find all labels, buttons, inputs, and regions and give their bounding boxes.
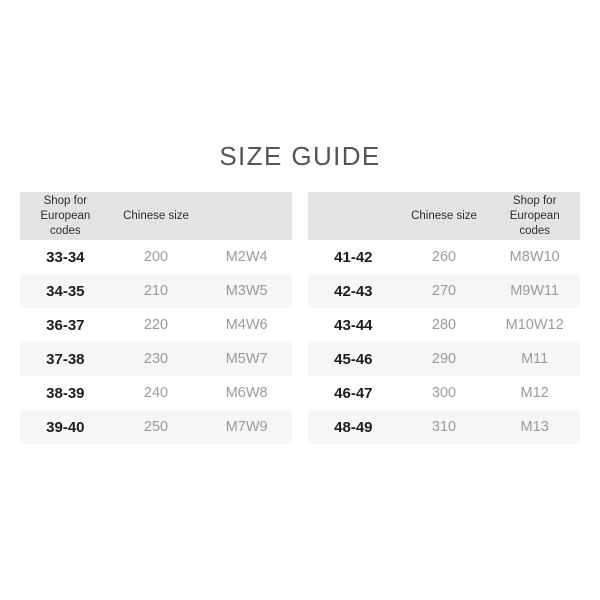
cell-mw: M9W11 <box>510 283 560 299</box>
left-table-header: Shop for European codes Chinese size <box>20 192 292 240</box>
cell-european: 39-40 <box>46 418 85 436</box>
header-line-1: Chinese size <box>411 209 477 222</box>
header-line-1: Chinese size <box>123 209 189 222</box>
cell-chinese: 300 <box>431 385 457 401</box>
cell-chinese: 210 <box>143 283 169 299</box>
cell-chinese: 200 <box>143 249 169 265</box>
table-row: 43-44 280 M10W12 <box>308 308 580 342</box>
table-row: 42-43 270 M9W11 <box>308 274 580 308</box>
table-header-row: Chinese size Shop for European codes <box>308 192 580 240</box>
cell-mw: M5W7 <box>225 351 268 367</box>
cell-chinese: 280 <box>431 317 457 333</box>
size-guide-page: SIZE GUIDE Shop for European codes Chine… <box>0 0 600 600</box>
right-table-header: Chinese size Shop for European codes <box>308 192 580 240</box>
cell-european: 41-42 <box>334 248 373 266</box>
cell-european: 46-47 <box>334 384 373 402</box>
cell-chinese: 270 <box>431 283 457 299</box>
left-table-body: 33-34 200 M2W4 34-35 210 M3W5 36-37 220 … <box>20 240 292 444</box>
cell-mw: M13 <box>520 419 549 435</box>
header-line-1: Shop for <box>43 194 88 207</box>
cell-chinese: 230 <box>143 351 169 367</box>
header-cell-european: Shop for European codes <box>20 192 111 240</box>
cell-european: 37-38 <box>46 350 85 368</box>
table-row: 37-38 230 M5W7 <box>20 342 292 376</box>
header-cell-chinese: Chinese size <box>111 192 202 240</box>
table-row: 48-49 310 M13 <box>308 410 580 444</box>
cell-mw: M12 <box>520 385 549 401</box>
cell-european: 36-37 <box>46 316 85 334</box>
table-header-row: Shop for European codes Chinese size <box>20 192 292 240</box>
table-row: 33-34 200 M2W4 <box>20 240 292 274</box>
cell-mw: M6W8 <box>225 385 268 401</box>
header-cell-mw <box>201 192 292 240</box>
table-row: 46-47 300 M12 <box>308 376 580 410</box>
cell-chinese: 220 <box>143 317 169 333</box>
cell-mw: M11 <box>521 351 549 367</box>
cell-european: 45-46 <box>334 350 373 368</box>
cell-mw: M3W5 <box>225 283 268 299</box>
cell-chinese: 290 <box>431 351 457 367</box>
header-cell-european <box>308 192 399 240</box>
page-title: SIZE GUIDE <box>219 141 381 171</box>
cell-mw: M7W9 <box>225 419 268 435</box>
table-row: 36-37 220 M4W6 <box>20 308 292 342</box>
table-row: 45-46 290 M11 <box>308 342 580 376</box>
cell-european: 33-34 <box>46 248 85 266</box>
cell-chinese: 260 <box>431 249 457 265</box>
cell-european: 34-35 <box>46 282 85 300</box>
cell-chinese: 310 <box>431 419 457 435</box>
header-line-2: European codes <box>509 209 560 237</box>
size-tables-container: Shop for European codes Chinese size 33- <box>0 192 600 444</box>
table-row: 39-40 250 M7W9 <box>20 410 292 444</box>
right-table-body: 41-42 260 M8W10 42-43 270 M9W11 43-44 28… <box>308 240 580 444</box>
header-line-1: Shop for <box>512 194 557 207</box>
cell-mw: M2W4 <box>225 249 268 265</box>
right-size-table: Chinese size Shop for European codes 41-… <box>308 192 580 444</box>
cell-european: 43-44 <box>334 316 373 334</box>
title-area: SIZE GUIDE <box>0 140 600 172</box>
cell-mw: M10W12 <box>505 317 564 333</box>
left-size-table: Shop for European codes Chinese size 33- <box>20 192 292 444</box>
cell-european: 48-49 <box>334 418 373 436</box>
cell-mw: M4W6 <box>225 317 268 333</box>
cell-european: 42-43 <box>334 282 373 300</box>
cell-european: 38-39 <box>46 384 85 402</box>
table-row: 41-42 260 M8W10 <box>308 240 580 274</box>
cell-chinese: 250 <box>143 419 169 435</box>
table-row: 34-35 210 M3W5 <box>20 274 292 308</box>
cell-mw: M8W10 <box>509 249 560 265</box>
table-row: 38-39 240 M6W8 <box>20 376 292 410</box>
cell-chinese: 240 <box>143 385 169 401</box>
header-line-2: European codes <box>40 209 91 237</box>
header-cell-shop-for-european: Shop for European codes <box>489 192 580 240</box>
header-cell-chinese: Chinese size <box>399 192 490 240</box>
